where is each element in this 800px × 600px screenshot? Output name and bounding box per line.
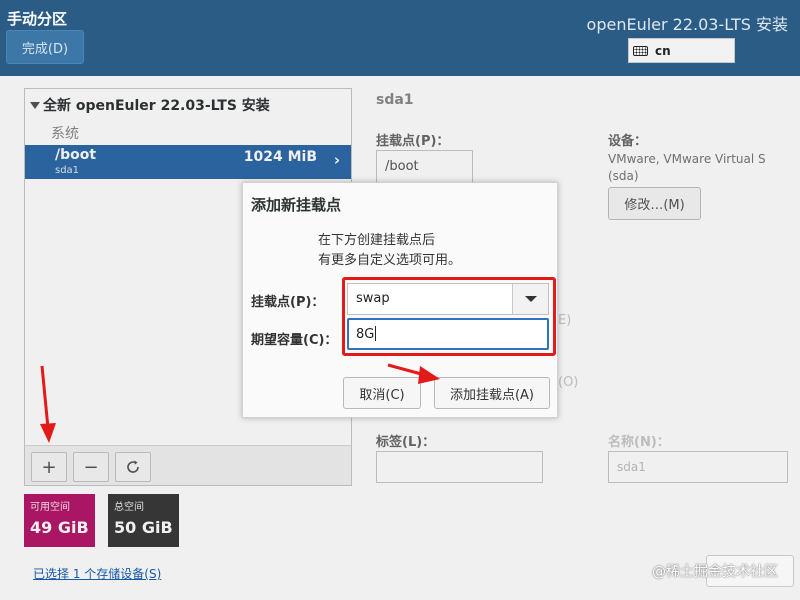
annotation-arrows — [40, 363, 440, 443]
annotation-arrow-add — [40, 365, 56, 443]
watermark-text: @稀土掘金技术社区 — [652, 564, 778, 580]
annotation-arrow-add-mount — [387, 363, 440, 384]
